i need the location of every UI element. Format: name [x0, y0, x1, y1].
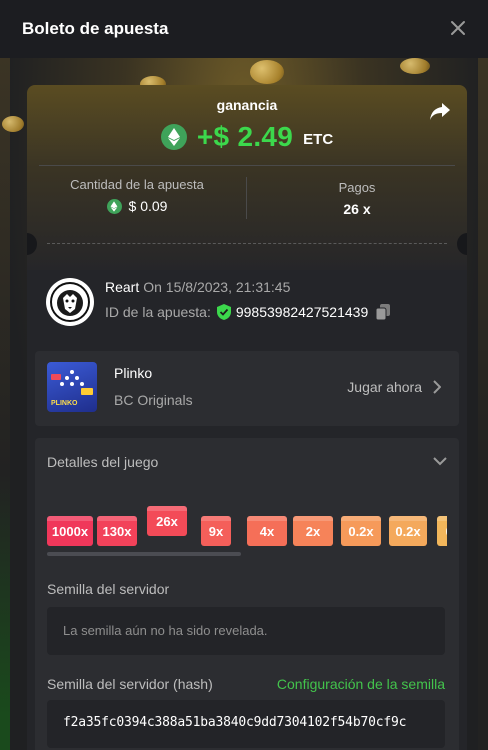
modal-title: Boleto de apuesta [22, 19, 169, 38]
modal-header: Boleto de apuesta [0, 0, 488, 58]
multiplier-2: 26x [147, 506, 187, 536]
bet-amount-row: $ 0.09 [27, 198, 247, 214]
multiplier-5: 2x [293, 516, 333, 546]
game-name: Plinko [114, 365, 153, 381]
chevron-right-icon [433, 380, 441, 394]
game-details-panel: Detalles del juego 1000x 130x 26x 9x 4x 2x 0.2… [35, 438, 459, 750]
bet-id-value: 99853982427521439 [235, 304, 369, 320]
divider [39, 165, 455, 166]
multiplier-8: 0. [437, 516, 447, 546]
close-icon[interactable] [446, 16, 470, 40]
server-hash-field[interactable]: f2a35fc0394c388a51ba3840c9dd7304102f54b7… [47, 700, 445, 748]
bet-amount-label: Cantidad de la apuesta [70, 177, 204, 192]
multiplier-3: 9x [201, 516, 231, 546]
bet-amount-value: $ 0.09 [128, 198, 168, 214]
bet-id-line: ID de la apuesta: 99853982427521439 [105, 304, 391, 320]
bet-id-label: ID de la apuesta: [105, 304, 211, 320]
bet-date: On 15/8/2023, 21:31:45 [143, 279, 291, 295]
seed-config-link[interactable]: Configuración de la semilla [277, 676, 445, 692]
game-details-title[interactable]: Detalles del juego [47, 454, 158, 470]
multiplier-0: 1000x [47, 516, 93, 546]
backdrop-left [0, 58, 10, 750]
copy-icon[interactable] [376, 304, 391, 320]
etc-coin-icon [106, 198, 122, 214]
multiplier-7: 0.2x [389, 516, 427, 546]
username[interactable]: Reart [105, 279, 139, 295]
coin-decoration [400, 58, 430, 74]
share-icon[interactable] [429, 101, 451, 121]
multiplier-6: 0.2x [341, 516, 381, 546]
multiplier-scrollbar[interactable] [47, 552, 241, 556]
server-hash-label: Semilla del servidor (hash) [47, 676, 213, 692]
payout-value: 26 x [343, 201, 371, 217]
winnings-amount: +$ 2.49 [196, 121, 294, 152]
play-now-label: Jugar ahora [347, 379, 422, 395]
multiplier-1: 130x [97, 516, 137, 546]
multiplier-4: 4x [247, 516, 287, 546]
winnings-currency: ETC [303, 131, 334, 148]
avatar[interactable] [46, 278, 94, 326]
coin-decoration [2, 116, 24, 132]
multiplier-strip[interactable]: 1000x130x 26x 9x 4x2x 0.2x 0.2x 0. [47, 506, 447, 548]
chevron-down-icon[interactable] [433, 456, 447, 466]
winnings-label: ganancia [216, 97, 278, 113]
game-link-row[interactable]: PLINKO Plinko BC Originals Jugar ahora [35, 351, 459, 426]
ticket-separator [47, 243, 447, 244]
plinko-thumbnail: PLINKO [47, 362, 97, 412]
backdrop-right [478, 58, 488, 750]
lion-avatar-icon [50, 282, 90, 322]
thumbnail-text: PLINKO [51, 400, 78, 407]
server-seed-field[interactable]: La semilla aún no ha sido revelada. [47, 607, 445, 655]
coin-decoration [250, 60, 284, 84]
bet-slip-scroll-area[interactable]: ganancia +$ 2.49 ETC Cantidad de la apue… [0, 58, 488, 750]
play-now-button[interactable]: Jugar ahora [347, 379, 441, 395]
game-provider: BC Originals [114, 392, 193, 408]
server-seed-label: Semilla del servidor [47, 581, 170, 597]
bet-amount-stat: Cantidad de la apuesta $ 0.09 [27, 177, 247, 214]
payout-label: Pagos [338, 180, 376, 195]
bet-slip-card: ganancia +$ 2.49 ETC Cantidad de la apue… [27, 85, 467, 750]
winnings-row: +$ 2.49 ETC [27, 121, 467, 153]
verified-shield-icon [216, 304, 231, 320]
bet-user-line: Reart On 15/8/2023, 21:31:45 [105, 279, 290, 295]
payout-stat: Pagos 26 x [247, 180, 467, 217]
etc-coin-icon [160, 124, 187, 150]
